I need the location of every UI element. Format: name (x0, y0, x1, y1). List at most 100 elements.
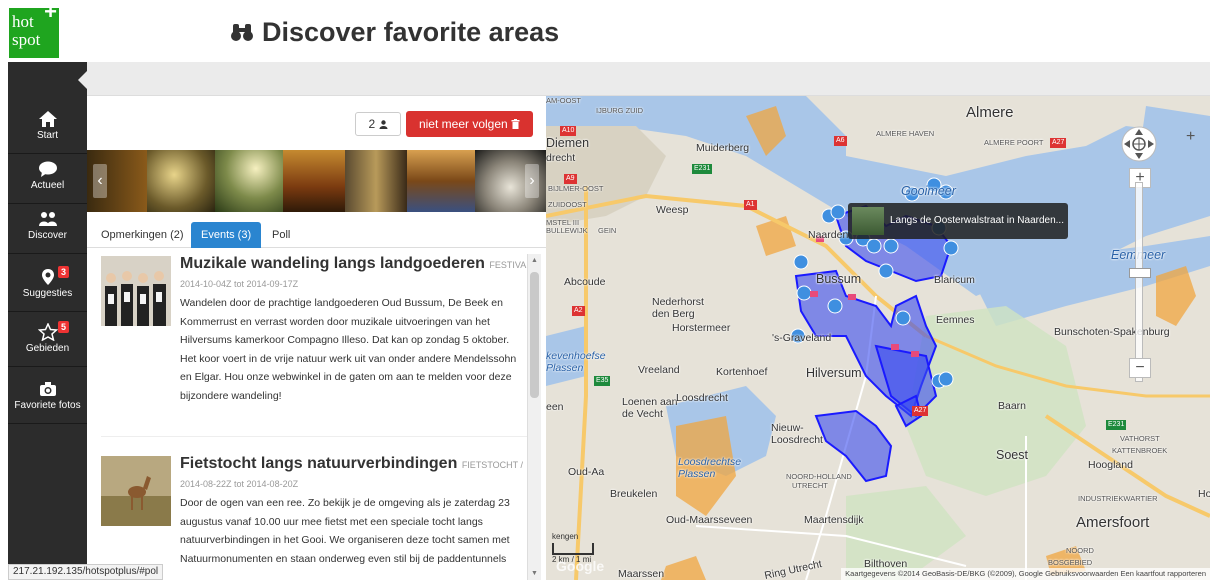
carousel-prev-button[interactable]: ‹ (93, 164, 107, 198)
sidebar-item-gebieden[interactable]: 5 Gebieden (8, 317, 87, 367)
chevron-right-icon: › (529, 172, 535, 189)
map-label-kevenhoefse-plassen: kevenhoefse Plassen (546, 350, 606, 374)
map-base-layer (546, 96, 1210, 580)
sidebar-item-label: Suggesties (22, 288, 73, 299)
map-label-bussum: Bussum (816, 272, 862, 286)
event-thumbnail[interactable] (101, 456, 171, 526)
photo-carousel[interactable]: ‹ › (87, 150, 546, 212)
sidebar-item-label: Actueel (30, 180, 65, 191)
map-label-hilversum: Hilversum (806, 366, 862, 380)
page-title-text: Discover favorite areas (262, 17, 560, 47)
map-label-vreeland: Vreeland (638, 364, 680, 376)
map-label-bunschoten: Bunschoten-Spakenburg (1054, 326, 1170, 338)
user-icon (379, 120, 388, 129)
event-title[interactable]: Muzikale wandeling langs landgoederen FE… (180, 255, 536, 273)
map-label-maarssen: Maarssen (618, 568, 665, 580)
star-icon (37, 323, 58, 341)
zoom-slider-track[interactable] (1135, 182, 1143, 382)
map-label-hoe: Hoe (1198, 488, 1210, 500)
sidebar-item-label: Favoriete fotos (14, 400, 81, 411)
map-label-zuidoost: ZUIDOOST (548, 200, 587, 209)
map-copyright[interactable]: Kaartgegevens ©2014 GeoBasis-DE/BKG (©20… (841, 568, 1210, 580)
scale-kengen: kengen (552, 532, 579, 541)
tooltip-thumbnail (852, 207, 884, 235)
scroll-down-icon[interactable]: ▼ (531, 570, 538, 577)
map-label-maartensdijk: Maartensdijk (804, 514, 864, 526)
map-label-ijburg-zuid: IJBURG ZUID (596, 106, 644, 115)
home-icon (38, 111, 57, 127)
event-date: 2014-10-04Z tot 2014-09-17Z (180, 279, 299, 289)
road-shield: A10 (560, 126, 577, 136)
content-panel: 2 niet meer volgen ‹ › Opmerkingen (2) E… (87, 96, 546, 580)
tab-bar: Opmerkingen (2) Events (3) Poll (87, 220, 546, 248)
zoom-slider-handle[interactable] (1129, 268, 1151, 278)
event-thumbnail[interactable] (101, 256, 171, 326)
carousel-photo[interactable] (283, 150, 345, 212)
road-shield: A2 (572, 306, 585, 316)
road-shield: A9 (564, 174, 577, 184)
event-list: Muzikale wandeling langs landgoederen FE… (87, 250, 546, 580)
map-label-utrecht: UTRECHT (792, 481, 828, 490)
binoculars-icon (231, 24, 253, 41)
sidebar-item-favoriete-fotos[interactable]: Favoriete fotos (8, 374, 87, 424)
sidebar-item-start[interactable]: Start (8, 104, 87, 154)
carousel-next-button[interactable]: › (525, 164, 539, 198)
map-label-baarn: Baarn (998, 400, 1027, 412)
tooltip-text: Langs de Oosterwalstraat in Naarden... (890, 215, 1064, 226)
map-label-bijlmer-oost: BIJLMER-OOST (548, 184, 604, 193)
map-label-muiderberg: Muiderberg (696, 142, 750, 154)
tab-opmerkingen[interactable]: Opmerkingen (2) (91, 222, 194, 248)
map-label-oud-aa: Oud-Aa (568, 466, 605, 478)
sidebar-item-actueel[interactable]: Actueel (8, 154, 87, 204)
sidebar-item-suggesties[interactable]: 3 Suggesties (8, 262, 87, 312)
fullscreen-toggle-icon[interactable]: + (1186, 128, 1195, 146)
trash-icon (511, 119, 520, 129)
map-marker-icon (41, 269, 54, 285)
road-shield: A6 (834, 136, 847, 146)
map-label-noord-holland: NOORD-HOLLAND (786, 472, 852, 481)
map-label-een: een (546, 401, 564, 413)
followers-count-button[interactable]: 2 (355, 112, 401, 136)
sidebar-item-discover[interactable]: Discover (8, 204, 87, 254)
map-label-weesp: Weesp (656, 204, 689, 216)
carousel-photo[interactable] (407, 150, 475, 212)
browser-status-url: 217.21.192.135/hotspotplus/#pol (8, 564, 164, 580)
scroll-up-icon[interactable]: ▲ (531, 257, 538, 264)
map-pan-control[interactable] (1121, 126, 1157, 162)
map-view[interactable]: Almere ALMERE HAVEN ALMERE POORT AM-OOST… (546, 96, 1210, 580)
zoom-out-button[interactable]: − (1129, 358, 1151, 378)
map-label-vathorst: VATHORST (1120, 434, 1160, 443)
carousel-photo[interactable] (215, 150, 283, 212)
map-label-kortenhoef: Kortenhoef (716, 366, 768, 378)
map-label-almere-poort: ALMERE POORT (984, 138, 1044, 147)
map-label-soest: Soest (996, 448, 1028, 462)
sidebar-notch (78, 70, 88, 90)
logo-text-line1: hot (12, 12, 34, 31)
list-item[interactable]: Fietstocht langs natuurverbindingen FIET… (87, 450, 527, 580)
tab-poll[interactable]: Poll (262, 222, 300, 248)
map-label-blaricum: Blaricum (934, 274, 975, 286)
sidebar-item-label: Gebieden (25, 343, 70, 354)
carousel-photo[interactable] (147, 150, 215, 212)
tab-events[interactable]: Events (3) (191, 222, 262, 248)
scrollbar-thumb[interactable] (530, 272, 539, 398)
road-shield: E231 (1106, 420, 1127, 430)
event-list-scrollbar[interactable]: ▲ ▼ (527, 254, 541, 580)
logo-plus: + (44, 0, 57, 24)
carousel-photo[interactable] (345, 150, 407, 212)
map-label-bullewijk: BULLEWIJK (546, 226, 588, 235)
google-logo: Google (556, 558, 605, 574)
map-marker-tooltip[interactable]: Langs de Oosterwalstraat in Naarden... (848, 203, 1068, 239)
list-item[interactable]: Muzikale wandeling langs landgoederen FE… (87, 250, 536, 440)
map-label-noord: NOORD (1066, 546, 1094, 555)
unfollow-button[interactable]: niet meer volgen (406, 111, 533, 137)
map-label-loosdrechtse-plassen: Loosdrechtse Plassen (678, 456, 742, 480)
map-label-nederhorst: Nederhorst den Berg (652, 296, 704, 320)
sidebar: Start Actueel Discover 3 Suggesties 5 Ge… (8, 62, 88, 580)
hotspot-logo[interactable]: hot + spot (9, 1, 59, 58)
gebieden-badge: 5 (57, 321, 69, 333)
map-label-naarden: Naarden (808, 229, 849, 241)
map-label-loenen: Loenen aan de Vecht (622, 396, 678, 420)
event-title[interactable]: Fietstocht langs natuurverbindingen FIET… (180, 455, 525, 473)
sidebar-item-label: Discover (28, 230, 67, 241)
